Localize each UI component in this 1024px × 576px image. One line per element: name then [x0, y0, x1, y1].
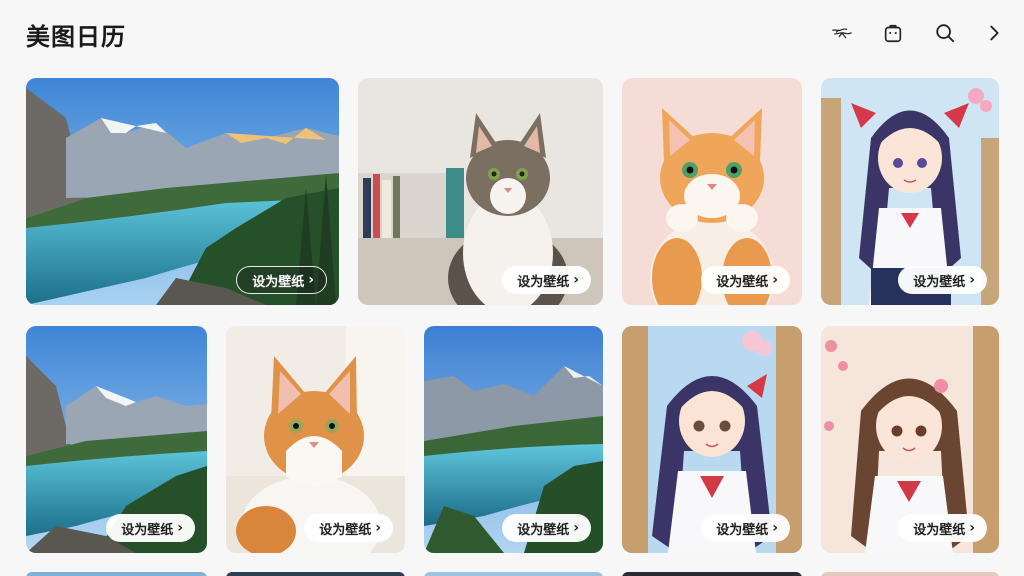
set-wallpaper-button[interactable]: 设为壁纸 ›: [898, 266, 987, 294]
wallpaper-card-anime-girl[interactable]: 设为壁纸 ›: [622, 326, 802, 553]
search-icon[interactable]: [932, 20, 958, 46]
chevron-right-icon: ›: [772, 272, 778, 288]
wallpaper-card-tabby-cat[interactable]: 设为壁纸 ›: [358, 78, 603, 305]
wallpaper-card-mountain-lake[interactable]: 设为壁纸 ›: [424, 326, 603, 553]
set-wallpaper-label: 设为壁纸: [517, 274, 570, 290]
set-wallpaper-button[interactable]: 设为壁纸 ›: [106, 514, 195, 542]
set-wallpaper-label: 设为壁纸: [913, 522, 966, 538]
set-wallpaper-label: 设为壁纸: [716, 274, 769, 290]
next-row-card-peek: [424, 572, 603, 576]
chevron-right-icon: ›: [375, 520, 381, 536]
next-row-card-peek: [622, 572, 802, 576]
wallpaper-card-anime-girl[interactable]: 设为壁纸 ›: [821, 78, 999, 305]
page-title: 美图日历: [26, 23, 126, 51]
next-row-card-peek: [26, 572, 207, 576]
set-wallpaper-label: 设为壁纸: [319, 522, 372, 538]
chevron-right-icon: ›: [969, 272, 975, 288]
next-row-card-peek: [226, 572, 405, 576]
set-wallpaper-button[interactable]: 设为壁纸 ›: [502, 514, 591, 542]
set-wallpaper-button[interactable]: 设为壁纸 ›: [502, 266, 591, 294]
chevron-right-icon: ›: [177, 520, 183, 536]
set-wallpaper-label: 设为壁纸: [716, 522, 769, 538]
set-wallpaper-button[interactable]: 设为壁纸 ›: [898, 514, 987, 542]
set-wallpaper-button[interactable]: 设为壁纸 ›: [236, 266, 327, 294]
wallpaper-card-orange-cat-cartoon[interactable]: 设为壁纸 ›: [622, 78, 802, 305]
bag-icon[interactable]: [880, 20, 906, 46]
chevron-right-icon: ›: [969, 520, 975, 536]
set-wallpaper-label: 设为壁纸: [252, 274, 305, 290]
wallpaper-card-mountain-lake[interactable]: 设为壁纸 ›: [26, 78, 339, 305]
wallpaper-card-anime-girl-brown[interactable]: 设为壁纸 ›: [821, 326, 999, 553]
weather-sketch-icon[interactable]: [829, 20, 855, 46]
set-wallpaper-label: 设为壁纸: [121, 522, 174, 538]
chevron-right-icon: ›: [772, 520, 778, 536]
set-wallpaper-button[interactable]: 设为壁纸 ›: [304, 514, 393, 542]
set-wallpaper-button[interactable]: 设为壁纸 ›: [701, 514, 790, 542]
set-wallpaper-label: 设为壁纸: [913, 274, 966, 290]
chevron-right-icon[interactable]: [981, 20, 1007, 46]
chevron-right-icon: ›: [573, 520, 579, 536]
wallpaper-card-mountain-lake[interactable]: 设为壁纸 ›: [26, 326, 207, 553]
set-wallpaper-label: 设为壁纸: [517, 522, 570, 538]
wallpaper-card-orange-white-cat[interactable]: 设为壁纸 ›: [226, 326, 405, 553]
set-wallpaper-button[interactable]: 设为壁纸 ›: [701, 266, 790, 294]
chevron-right-icon: ›: [573, 272, 579, 288]
chevron-right-icon: ›: [308, 272, 314, 288]
next-row-card-peek: [821, 572, 999, 576]
header: 美图日历: [0, 0, 1024, 66]
